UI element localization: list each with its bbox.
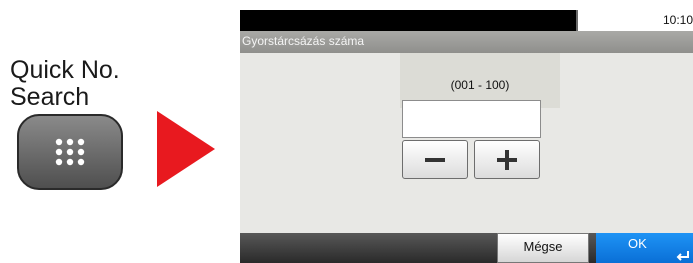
keypad-icon [55,138,85,166]
arrow-right-icon [157,111,215,187]
enter-icon [676,251,689,261]
dialog-content: (001 - 100) [240,53,693,233]
device-screen: 10:10 Gyorstárcsázás száma (001 - 100) M… [240,10,693,263]
quick-number-input[interactable] [402,100,541,138]
instruction-label: Quick No. Search [10,57,120,111]
ok-button-label: OK [628,236,647,251]
range-label: (001 - 100) [450,78,510,92]
clock: 10:10 [578,10,693,31]
dialog-title: Gyorstárcsázás száma [240,31,693,53]
status-bar: 10:10 [240,10,693,31]
footer-bar: Mégse OK [240,233,693,263]
increment-button[interactable] [474,140,540,179]
quick-no-search-button[interactable] [17,114,123,190]
ok-button[interactable]: OK [596,233,693,263]
instruction-label-line2: Search [10,83,90,111]
instruction-label-line1: Quick No. [10,56,120,84]
plus-icon [497,149,517,170]
decrement-button[interactable] [402,140,468,179]
minus-icon [425,157,445,162]
cancel-button[interactable]: Mégse [497,233,589,263]
